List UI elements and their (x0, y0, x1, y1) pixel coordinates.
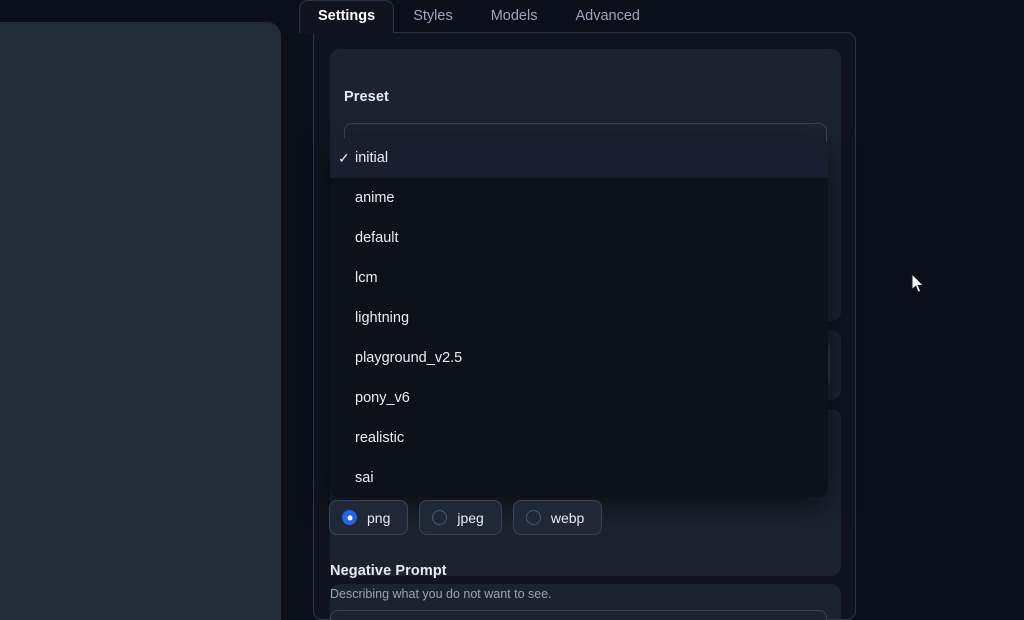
preset-label: Preset (344, 89, 389, 105)
format-option-jpeg[interactable]: jpeg (419, 500, 502, 535)
negative-prompt-description: Describing what you do not want to see. (330, 587, 552, 601)
preset-option-label: lightning (355, 310, 410, 326)
preset-option-default[interactable]: default (330, 218, 828, 258)
tab-models[interactable]: Models (472, 0, 557, 33)
format-option-label: jpeg (457, 509, 484, 526)
tab-advanced[interactable]: Advanced (556, 0, 659, 33)
radio-icon-jpeg[interactable] (432, 510, 448, 525)
preset-option-playground-v25[interactable]: playground_v2.5 (330, 338, 828, 378)
format-option-label: png (367, 509, 391, 526)
format-option-png[interactable]: png (329, 500, 409, 535)
negative-prompt-input[interactable] (330, 610, 827, 620)
preset-option-pony-v6[interactable]: pony_v6 (330, 378, 828, 418)
preset-option-label: default (355, 230, 399, 246)
mouse-pointer-icon (911, 273, 925, 293)
preset-option-label: realistic (355, 430, 405, 446)
format-option-webp[interactable]: webp (512, 500, 603, 535)
preset-option-label: lcm (355, 270, 378, 286)
preset-option-label: initial (355, 150, 389, 166)
output-format-radio-group: png jpeg webp (329, 500, 603, 535)
preset-option-label: playground_v2.5 (355, 350, 463, 366)
tab-settings-label: Settings (318, 8, 376, 25)
preset-option-initial[interactable]: ✓ initial (330, 138, 828, 178)
format-option-label: webp (550, 509, 585, 526)
preset-option-lightning[interactable]: lightning (330, 298, 828, 338)
tab-models-label: Models (490, 8, 538, 25)
preset-option-lcm[interactable]: lcm (330, 258, 828, 298)
preset-dropdown-list[interactable]: ✓ initial anime default lcm lightning pl… (330, 138, 828, 497)
preset-option-realistic[interactable]: realistic (330, 418, 828, 458)
preset-option-label: pony_v6 (355, 390, 410, 406)
preset-option-label: sai (355, 470, 374, 486)
tab-settings[interactable]: Settings (299, 0, 395, 34)
radio-icon-webp[interactable] (525, 510, 541, 525)
tab-styles[interactable]: Styles (394, 0, 472, 33)
tab-strip: Settings Styles Models Advanced (299, 0, 857, 34)
preset-option-anime[interactable]: anime (330, 178, 828, 218)
checkmark-icon: ✓ (338, 150, 350, 166)
tab-styles-label: Styles (413, 8, 453, 25)
tab-advanced-label: Advanced (575, 8, 640, 25)
radio-icon-png[interactable] (342, 510, 357, 525)
preset-option-sai[interactable]: sai (330, 458, 828, 497)
preview-panel (0, 22, 281, 620)
negative-prompt-title: Negative Prompt (330, 563, 447, 579)
preset-option-label: anime (355, 190, 395, 206)
